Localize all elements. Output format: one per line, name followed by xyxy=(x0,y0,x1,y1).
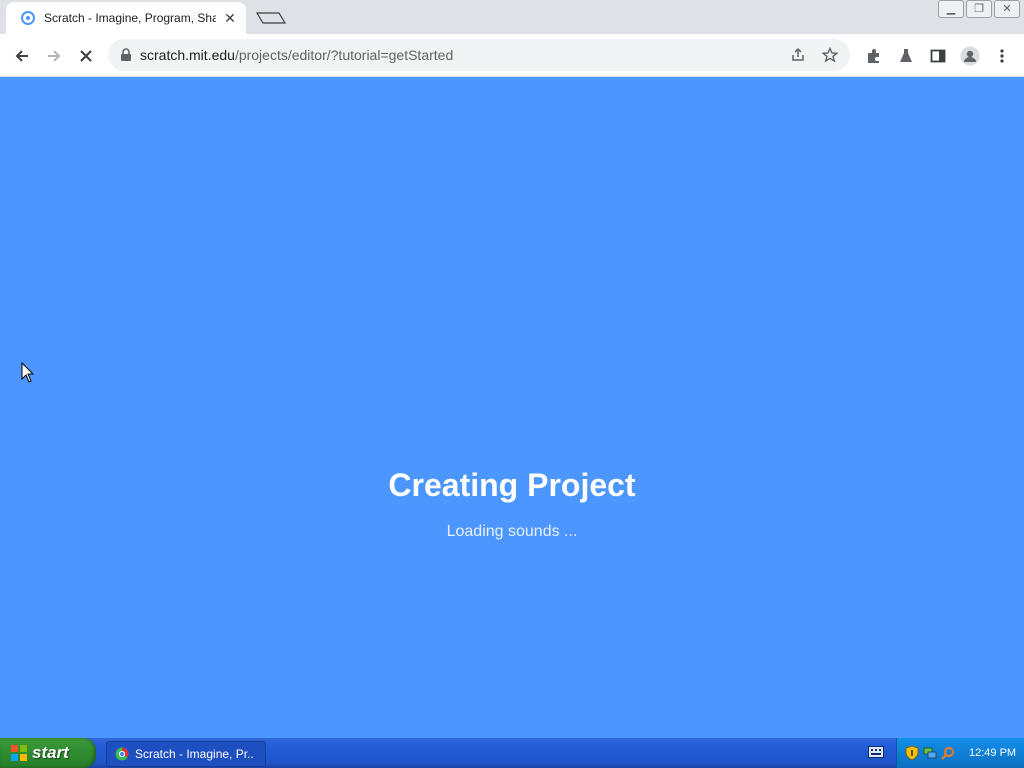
extensions-button[interactable] xyxy=(860,42,888,70)
taskbar: start Scratch - Imagine, Pr... 12:49 PM xyxy=(0,738,1024,768)
url-host: scratch.mit.edu xyxy=(140,47,235,63)
url-text: scratch.mit.edu/projects/editor/?tutoria… xyxy=(140,47,453,63)
chrome-icon xyxy=(115,747,129,761)
url-path: /projects/editor/?tutorial=getStarted xyxy=(234,47,454,63)
taskbar-item-title: Scratch - Imagine, Pr... xyxy=(135,747,253,761)
system-tray: 12:49 PM xyxy=(896,738,1024,768)
arrow-left-icon xyxy=(15,50,28,62)
scratch-favicon-icon xyxy=(20,10,36,26)
stop-button[interactable] xyxy=(72,42,100,70)
puzzle-icon xyxy=(868,49,879,63)
profile-button[interactable] xyxy=(956,42,984,70)
clock: 12:49 PM xyxy=(969,747,1017,759)
flask-icon xyxy=(900,49,912,62)
stop-x-icon xyxy=(80,50,92,62)
loader-title: Creating Project xyxy=(388,467,636,503)
screen: Scratch - Imagine, Program, Share ✕ ▁ ❐ … xyxy=(0,0,1024,768)
start-label: start xyxy=(32,743,69,762)
keyboard-icon[interactable] xyxy=(868,746,884,758)
browser-toolbar: scratch.mit.edu/projects/editor/?tutoria… xyxy=(0,34,1024,77)
labs-button[interactable] xyxy=(892,42,920,70)
menu-button[interactable] xyxy=(988,42,1016,70)
restore-button[interactable]: ❐ xyxy=(966,0,992,18)
minimize-button[interactable]: ▁ xyxy=(938,0,964,18)
start-button[interactable]: start xyxy=(0,738,96,768)
taskbar-item-chrome[interactable]: Scratch - Imagine, Pr... xyxy=(106,741,266,767)
share-icon xyxy=(792,47,804,61)
side-panel-icon xyxy=(930,49,946,63)
lock-icon xyxy=(120,48,132,62)
bookmark-button[interactable] xyxy=(816,41,844,69)
loader-message: Loading sounds ... xyxy=(446,523,578,540)
address-bar[interactable]: scratch.mit.edu/projects/editor/?tutoria… xyxy=(108,39,850,71)
windows-flag-icon xyxy=(10,744,28,762)
network-icon[interactable] xyxy=(923,746,937,760)
window-controls: ▁ ❐ ✕ xyxy=(938,0,1020,18)
scratch-loading-screen: Creating Project Loading sounds ... xyxy=(0,77,1024,738)
back-button[interactable] xyxy=(8,42,36,70)
arrow-right-icon xyxy=(48,50,61,62)
kebab-menu-icon xyxy=(1000,49,1004,63)
star-icon xyxy=(822,47,838,63)
close-window-button[interactable]: ✕ xyxy=(994,0,1020,18)
share-button[interactable] xyxy=(784,41,812,69)
forward-button[interactable] xyxy=(40,42,68,70)
new-tab-button[interactable] xyxy=(254,8,288,28)
search-magnifier-icon[interactable] xyxy=(941,746,955,760)
tab-title: Scratch - Imagine, Program, Share xyxy=(44,11,216,25)
side-panel-button[interactable] xyxy=(924,42,952,70)
security-shield-icon[interactable] xyxy=(905,745,919,761)
browser-tab[interactable]: Scratch - Imagine, Program, Share ✕ xyxy=(6,2,246,34)
mouse-cursor-icon xyxy=(21,361,35,389)
tab-close-icon[interactable]: ✕ xyxy=(222,10,238,26)
avatar-icon xyxy=(960,46,980,66)
tab-strip: Scratch - Imagine, Program, Share ✕ ▁ ❐ … xyxy=(0,0,1024,34)
